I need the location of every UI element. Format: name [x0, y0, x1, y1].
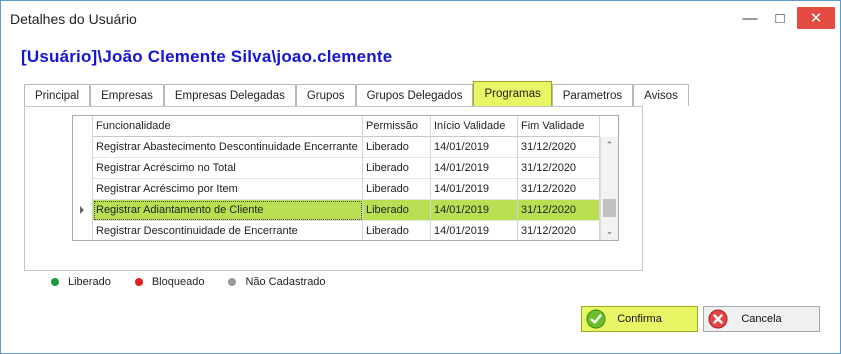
user-path-title: [Usuário]\João Clemente Silva\joao.cleme… — [21, 47, 393, 66]
red-dot-icon — [134, 278, 143, 286]
tab-label: Grupos — [306, 89, 345, 102]
close-icon: ✕ — [809, 10, 823, 27]
grid-vertical-scrollbar[interactable]: ⌃ ⌄ — [600, 137, 618, 240]
row-indicator — [73, 221, 93, 240]
cancel-label: Cancela — [741, 313, 782, 325]
grid-header-row: Funcionalidade Permissão Início Validade… — [73, 116, 600, 137]
legend-item-nao-cadastrado: Não Cadastrado — [228, 276, 326, 288]
cell-permissao[interactable]: Liberado — [363, 200, 431, 221]
cell-funcionalidade[interactable]: Registrar Adiantamento de Cliente — [93, 200, 363, 221]
cell-permissao[interactable]: Liberado — [363, 179, 431, 200]
cell-permissao[interactable]: Liberado — [363, 221, 431, 240]
window-title: Detalhes do Usuário — [10, 11, 137, 27]
row-indicator — [73, 137, 93, 158]
gray-dot-icon — [228, 278, 237, 286]
user-details-window: Detalhes do Usuário — □ ✕ [Usuário]\João… — [0, 0, 841, 354]
legend-item-liberado: Liberado — [51, 276, 111, 288]
column-header-inicio-validade[interactable]: Início Validade — [431, 116, 518, 137]
scroll-up-chevron-icon[interactable]: ⌃ — [601, 137, 618, 154]
tab-label: Empresas — [101, 89, 153, 102]
green-dot-icon — [51, 278, 59, 286]
cell-permissao[interactable]: Liberado — [363, 137, 431, 158]
table-row[interactable]: Registrar Abastecimento Descontinuidade … — [73, 137, 600, 158]
row-indicator-header — [73, 116, 93, 137]
cell-fim-validade[interactable]: 31/12/2020 — [518, 221, 600, 240]
cell-inicio-validade[interactable]: 14/01/2019 — [431, 158, 518, 179]
programas-panel: Funcionalidade Permissão Início Validade… — [24, 106, 643, 271]
minimize-icon: — — [742, 9, 758, 27]
title-bar: Detalhes do Usuário — □ ✕ — [1, 1, 840, 35]
cell-inicio-validade[interactable]: 14/01/2019 — [431, 137, 518, 158]
tab-bar: Principal Empresas Empresas Delegadas Gr… — [24, 81, 689, 106]
scroll-thumb[interactable] — [603, 199, 616, 217]
column-header-funcionalidade[interactable]: Funcionalidade — [93, 116, 363, 137]
current-row-arrow-icon — [80, 206, 84, 214]
legend-label: Bloqueado — [151, 276, 205, 288]
row-indicator — [73, 158, 93, 179]
tab-grupos-delegados[interactable]: Grupos Delegados — [355, 84, 474, 106]
cell-funcionalidade[interactable]: Registrar Descontinuidade de Encerrante — [93, 221, 363, 240]
confirm-label: Confirma — [617, 313, 662, 325]
tab-principal[interactable]: Principal — [24, 84, 91, 106]
cell-funcionalidade[interactable]: Registrar Acréscimo no Total — [93, 158, 363, 179]
cell-inicio-validade[interactable]: 14/01/2019 — [431, 200, 518, 221]
cell-fim-validade[interactable]: 31/12/2020 — [518, 200, 600, 221]
legend-label: Liberado — [68, 276, 111, 288]
cell-funcionalidade[interactable]: Registrar Acréscimo por Item — [93, 179, 363, 200]
tab-label: Empresas Delegadas — [174, 89, 285, 102]
tab-label: Avisos — [644, 89, 678, 102]
tab-empresas-delegadas[interactable]: Empresas Delegadas — [163, 84, 296, 106]
tab-label: Grupos Delegados — [366, 89, 463, 102]
status-legend: Liberado Bloqueado Não Cadastrado — [51, 276, 350, 288]
row-indicator — [73, 200, 93, 221]
tab-parametros[interactable]: Parametros — [551, 84, 634, 106]
table-row[interactable]: Registrar Descontinuidade de Encerrante … — [73, 221, 600, 240]
cell-permissao[interactable]: Liberado — [363, 158, 431, 179]
row-indicator — [73, 179, 93, 200]
table-row-selected[interactable]: Registrar Adiantamento de Cliente Libera… — [73, 200, 600, 221]
column-header-permissao[interactable]: Permissão — [363, 116, 431, 137]
close-button[interactable]: ✕ — [797, 7, 835, 29]
tab-label: Programas — [484, 88, 541, 100]
programs-grid: Funcionalidade Permissão Início Validade… — [72, 115, 619, 241]
cell-inicio-validade[interactable]: 14/01/2019 — [431, 179, 518, 200]
cancel-button[interactable]: Cancela — [703, 306, 820, 332]
legend-item-bloqueado: Bloqueado — [134, 276, 205, 288]
tab-label: Principal — [35, 89, 80, 102]
cell-fim-validade[interactable]: 31/12/2020 — [518, 137, 600, 158]
minimize-button[interactable]: — — [735, 7, 765, 29]
confirm-button[interactable]: Confirma — [581, 306, 698, 332]
legend-label: Não Cadastrado — [245, 276, 326, 288]
tab-avisos[interactable]: Avisos — [633, 84, 689, 106]
tab-grupos[interactable]: Grupos — [295, 84, 356, 106]
cell-funcionalidade[interactable]: Registrar Abastecimento Descontinuidade … — [93, 137, 363, 158]
cell-fim-validade[interactable]: 31/12/2020 — [518, 179, 600, 200]
scroll-down-chevron-icon[interactable]: ⌄ — [601, 223, 618, 240]
tab-label: Parametros — [562, 89, 623, 102]
cell-inicio-validade[interactable]: 14/01/2019 — [431, 221, 518, 240]
dialog-content: [Usuário]\João Clemente Silva\joao.cleme… — [1, 35, 840, 353]
tab-empresas[interactable]: Empresas — [90, 84, 164, 106]
table-row[interactable]: Registrar Acréscimo por Item Liberado 14… — [73, 179, 600, 200]
cell-fim-validade[interactable]: 31/12/2020 — [518, 158, 600, 179]
table-row[interactable]: Registrar Acréscimo no Total Liberado 14… — [73, 158, 600, 179]
tab-programas[interactable]: Programas — [473, 81, 552, 106]
maximize-icon: □ — [775, 9, 785, 27]
column-header-fim-validade[interactable]: Fim Validade — [518, 116, 600, 137]
maximize-button[interactable]: □ — [765, 7, 795, 29]
